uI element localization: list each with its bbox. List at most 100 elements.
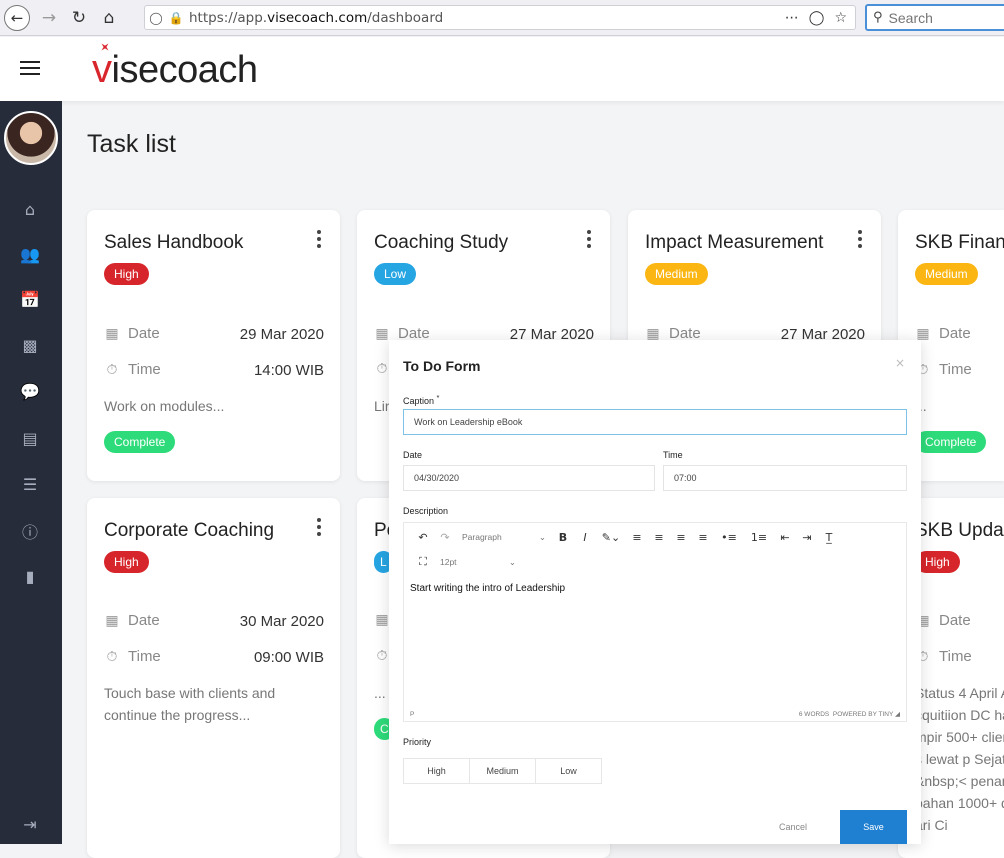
list-icon[interactable]: ☰ [19, 473, 41, 495]
time-input[interactable]: 07:00 [663, 465, 907, 491]
time-row-label: ⏱ Time [915, 648, 972, 665]
time-value: 09:00 WIB [253, 649, 324, 666]
priority-badge: Low [374, 263, 417, 285]
kebab-menu-icon[interactable] [586, 230, 592, 248]
close-icon[interactable]: × [895, 356, 905, 370]
date-input[interactable]: 04/30/2020 [403, 465, 655, 491]
status-badge: Complete [104, 431, 176, 453]
date-value: 30 Mar 2020 [239, 613, 324, 630]
time-value: 14:00 WIB [253, 362, 324, 379]
back-icon[interactable]: ← [4, 5, 30, 31]
priority-badge: Medium [915, 263, 978, 285]
home-icon[interactable]: ⌂ [19, 198, 41, 220]
lock-icon[interactable]: 🔒 [167, 11, 185, 25]
align-right-icon[interactable]: ≡ [670, 527, 692, 547]
priority-badge: High [104, 551, 149, 573]
card-title: Impact Measurement [645, 232, 824, 253]
pocket-icon[interactable]: ◯ [809, 10, 825, 26]
video-icon[interactable]: ▮ [19, 565, 41, 587]
card-description: Status 4 April Acquitiion DC hampir 500+… [915, 685, 1004, 833]
logout-icon[interactable]: ⇥ [19, 813, 41, 835]
visecoach-logo[interactable]: v isecoach [92, 47, 258, 92]
priority-medium-button[interactable]: Medium [469, 758, 536, 784]
modal-title: To Do Form [403, 358, 481, 374]
bullet-list-icon[interactable]: •≡ [714, 527, 744, 547]
priority-low-button[interactable]: Low [535, 758, 602, 784]
numbered-list-icon[interactable]: 1≡ [744, 527, 774, 547]
status-badge: Complete [915, 431, 987, 453]
app-header: v isecoach [0, 37, 1004, 101]
stopwatch-icon: ⏱ [106, 648, 118, 665]
indent-icon[interactable]: ⇥ [796, 527, 818, 547]
calendar-icon[interactable]: 📅 [19, 288, 41, 310]
cancel-button[interactable]: Cancel [779, 822, 807, 832]
editor-statusbar: P 6 WORDS POWERED BY TINY ◢ [410, 710, 900, 719]
priority-high-button[interactable]: High [403, 758, 470, 784]
redo-icon[interactable]: ↷ [434, 527, 456, 547]
time-row-label: ⏱ [374, 648, 390, 664]
date-row-label: ▦ Date [916, 325, 971, 342]
forward-icon[interactable]: → [36, 5, 62, 31]
date-row-label: ▦ [374, 612, 390, 628]
editor-content[interactable]: Start writing the intro of Leadership [410, 583, 565, 594]
shield-icon[interactable]: ◯ [145, 11, 167, 25]
italic-icon[interactable]: I [574, 527, 596, 547]
date-row-label: ▦ Date [105, 325, 160, 342]
highlight-color-icon[interactable]: ✎⌄ [596, 527, 626, 547]
align-left-icon[interactable]: ≡ [626, 527, 648, 547]
bold-icon[interactable]: B [552, 527, 574, 547]
id-card-icon[interactable]: ▤ [19, 427, 41, 449]
undo-icon[interactable]: ↶ [412, 527, 434, 547]
align-center-icon[interactable]: ≡ [648, 527, 670, 547]
url-text[interactable]: https://app.visecoach.com/dashboard [185, 10, 785, 26]
kebab-menu-icon[interactable] [857, 230, 863, 248]
hamburger-menu-icon[interactable] [20, 61, 40, 77]
home-icon[interactable]: ⌂ [96, 5, 122, 31]
fullscreen-icon[interactable]: ⛶ [412, 552, 434, 572]
date-label: Date [403, 450, 423, 460]
page-title: Task list [87, 130, 176, 158]
card-description: Touch base with clients and continue the… [104, 685, 276, 723]
font-size-select[interactable]: 12pt ⌄ [434, 552, 522, 572]
help-icon[interactable]: ⓘ [19, 520, 41, 542]
priority-toggle-group: High Medium Low [403, 758, 602, 784]
rich-text-editor: ↶ ↷ Paragraph ⌄ B I ✎⌄ ≡ ≡ ≡ ≡ •≡ 1≡ ⇤ ⇥ … [403, 522, 907, 722]
word-count: 6 WORDS [798, 711, 830, 718]
kebab-menu-icon[interactable] [316, 230, 322, 248]
user-avatar[interactable] [4, 111, 58, 165]
date-row-label: ▦ Date [105, 612, 160, 629]
card-title: Coaching Study [374, 232, 509, 253]
kebab-menu-icon[interactable] [316, 518, 322, 536]
paragraph-select[interactable]: Paragraph ⌄ [456, 527, 552, 547]
time-label: Time [663, 450, 683, 460]
task-card-corporate-coaching[interactable]: Corporate Coaching High ▦ Date 30 Mar 202… [87, 498, 340, 858]
users-icon[interactable]: 👥 [19, 243, 41, 265]
caption-input[interactable]: Work on Leadership eBook [403, 409, 907, 435]
bookmark-star-icon[interactable]: ☆ [834, 10, 847, 26]
align-justify-icon[interactable]: ≡ [692, 527, 714, 547]
calendar-icon: ▦ [105, 325, 119, 342]
save-button[interactable]: Save [840, 810, 907, 844]
chat-icon[interactable]: 💬 [19, 380, 41, 402]
powered-by-tiny[interactable]: POWERED BY TINY [833, 711, 893, 718]
reload-icon[interactable]: ↻ [66, 5, 92, 31]
element-path: P [410, 710, 415, 718]
clear-formatting-icon[interactable]: T̲ [818, 527, 840, 547]
task-card-sales-handbook[interactable]: Sales Handbook High ▦ Date 29 Mar 2020 ⏱ T… [87, 210, 340, 481]
priority-badge: Medium [645, 263, 708, 285]
browser-toolbar: ← → ↻ ⌂ ◯ 🔒 https://app.visecoach.com/da… [0, 0, 1004, 36]
card-title: Corporate Coaching [104, 520, 275, 541]
calendar-icon: ▦ [375, 612, 389, 628]
search-icon: ⚲ [873, 10, 883, 25]
browser-search[interactable]: ⚲ [865, 4, 1004, 31]
presentation-icon[interactable]: ▩ [19, 334, 41, 356]
time-row-label: ⏱ Time [104, 648, 161, 665]
calendar-icon: ▦ [375, 325, 389, 342]
editor-toolbar-row-1: ↶ ↷ Paragraph ⌄ B I ✎⌄ ≡ ≡ ≡ ≡ •≡ 1≡ ⇤ ⇥ … [404, 525, 906, 549]
outdent-icon[interactable]: ⇤ [774, 527, 796, 547]
address-bar[interactable]: ◯ 🔒 https://app.visecoach.com/dashboard … [144, 5, 856, 30]
page-actions-icon[interactable]: ⋯ [785, 10, 799, 26]
browser-search-input[interactable] [888, 9, 989, 26]
card-title: Sales Handbook [104, 232, 244, 253]
card-title: SKB Upda [915, 520, 1004, 541]
